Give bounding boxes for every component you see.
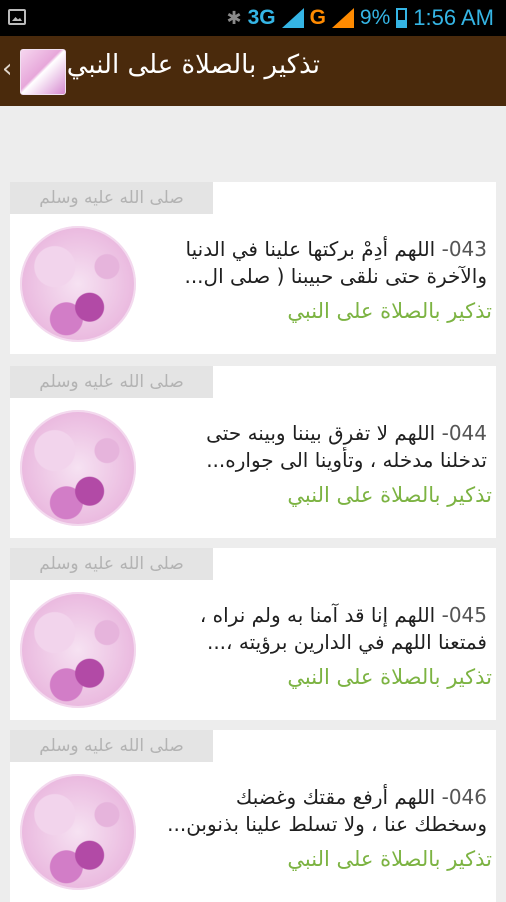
signal-icon-1 xyxy=(281,8,304,28)
list-item-line1: اللهم لا تفرق بيننا وبينه حتى xyxy=(206,421,436,445)
list-item-line2: فمتعنا اللهم في الدارين برؤيته ،... xyxy=(206,630,487,654)
list-item-text: 044- اللهم لا تفرق بيننا وبينه حتى تدخلن… xyxy=(155,420,487,474)
list-item-thumbnail xyxy=(20,774,136,890)
list-item-tag: صلى الله عليه وسلم xyxy=(10,730,213,762)
list-item-subtitle: تذكير بالصلاة على النبي xyxy=(287,299,492,323)
list-item[interactable]: صلى الله عليه وسلم 045- اللهم إنا قد آمن… xyxy=(10,548,496,720)
gallery-notification-icon xyxy=(8,9,26,25)
list-item-tag: صلى الله عليه وسلم xyxy=(10,548,213,580)
list-item-subtitle: تذكير بالصلاة على النبي xyxy=(287,483,492,507)
list-item-line2: وسخطك عنا ، ولا تسلط علينا بذنوبن... xyxy=(167,812,487,836)
list-item-text: 043- اللهم أدِمْ بركتها علينا في الدنيا … xyxy=(155,236,487,290)
list-item-line1: اللهم أرفع مقتك وغضبك xyxy=(235,785,436,809)
list-item[interactable]: صلى الله عليه وسلم 046- اللهم أرفع مقتك … xyxy=(10,730,496,902)
list-item-line2: تدخلنا مدخله ، وتأوينا الى جواره... xyxy=(206,448,487,472)
action-bar: ‹ تذكير بالصلاة على النبي xyxy=(0,36,506,106)
list-item-thumbnail xyxy=(20,226,136,342)
list-item-line1: اللهم إنا قد آمنا به ولم نراه ، xyxy=(199,603,436,627)
clock: 1:56 AM xyxy=(413,5,494,30)
back-chevron-icon[interactable]: ‹ xyxy=(2,54,12,84)
battery-percent: 9% xyxy=(359,6,391,29)
list-item-thumbnail xyxy=(20,410,136,526)
list-item-thumbnail xyxy=(20,592,136,708)
list-item-number: 045- xyxy=(441,603,487,627)
network-type-g: G xyxy=(309,6,326,29)
list-item-text: 046- اللهم أرفع مقتك وغضبك وسخطك عنا ، و… xyxy=(155,784,487,838)
network-type-3g: 3G xyxy=(247,6,276,29)
app-icon[interactable] xyxy=(20,49,66,95)
battery-icon xyxy=(396,8,408,28)
bluetooth-icon: ✱ xyxy=(226,7,242,28)
list-item-subtitle: تذكير بالصلاة على النبي xyxy=(287,665,492,689)
list-item-subtitle: تذكير بالصلاة على النبي xyxy=(287,847,492,871)
list-item[interactable]: صلى الله عليه وسلم 044- اللهم لا تفرق بي… xyxy=(10,366,496,538)
list-item-tag: صلى الله عليه وسلم xyxy=(10,366,213,398)
list-item-text: 045- اللهم إنا قد آمنا به ولم نراه ، فمت… xyxy=(155,602,487,656)
list-item-tag: صلى الله عليه وسلم xyxy=(10,182,213,214)
list-item-line1: اللهم أدِمْ بركتها علينا في الدنيا xyxy=(185,237,436,261)
list-item[interactable]: صلى الله عليه وسلم 043- اللهم أدِمْ بركت… xyxy=(10,182,496,354)
list-item-number: 046- xyxy=(441,785,487,809)
list-item-number: 043- xyxy=(441,237,487,261)
list-item-number: 044- xyxy=(441,421,487,445)
status-bar: ✱ 3G G 9% 1:56 AM xyxy=(0,0,506,36)
list-item-line2: والآخرة حتى نلقى حبيبنا ( صلى ال... xyxy=(184,264,487,288)
app-title: تذكير بالصلاة على النبي xyxy=(66,50,320,80)
signal-icon-2 xyxy=(331,8,354,28)
status-icons: ✱ 3G G 9% 1:56 AM xyxy=(226,0,494,36)
